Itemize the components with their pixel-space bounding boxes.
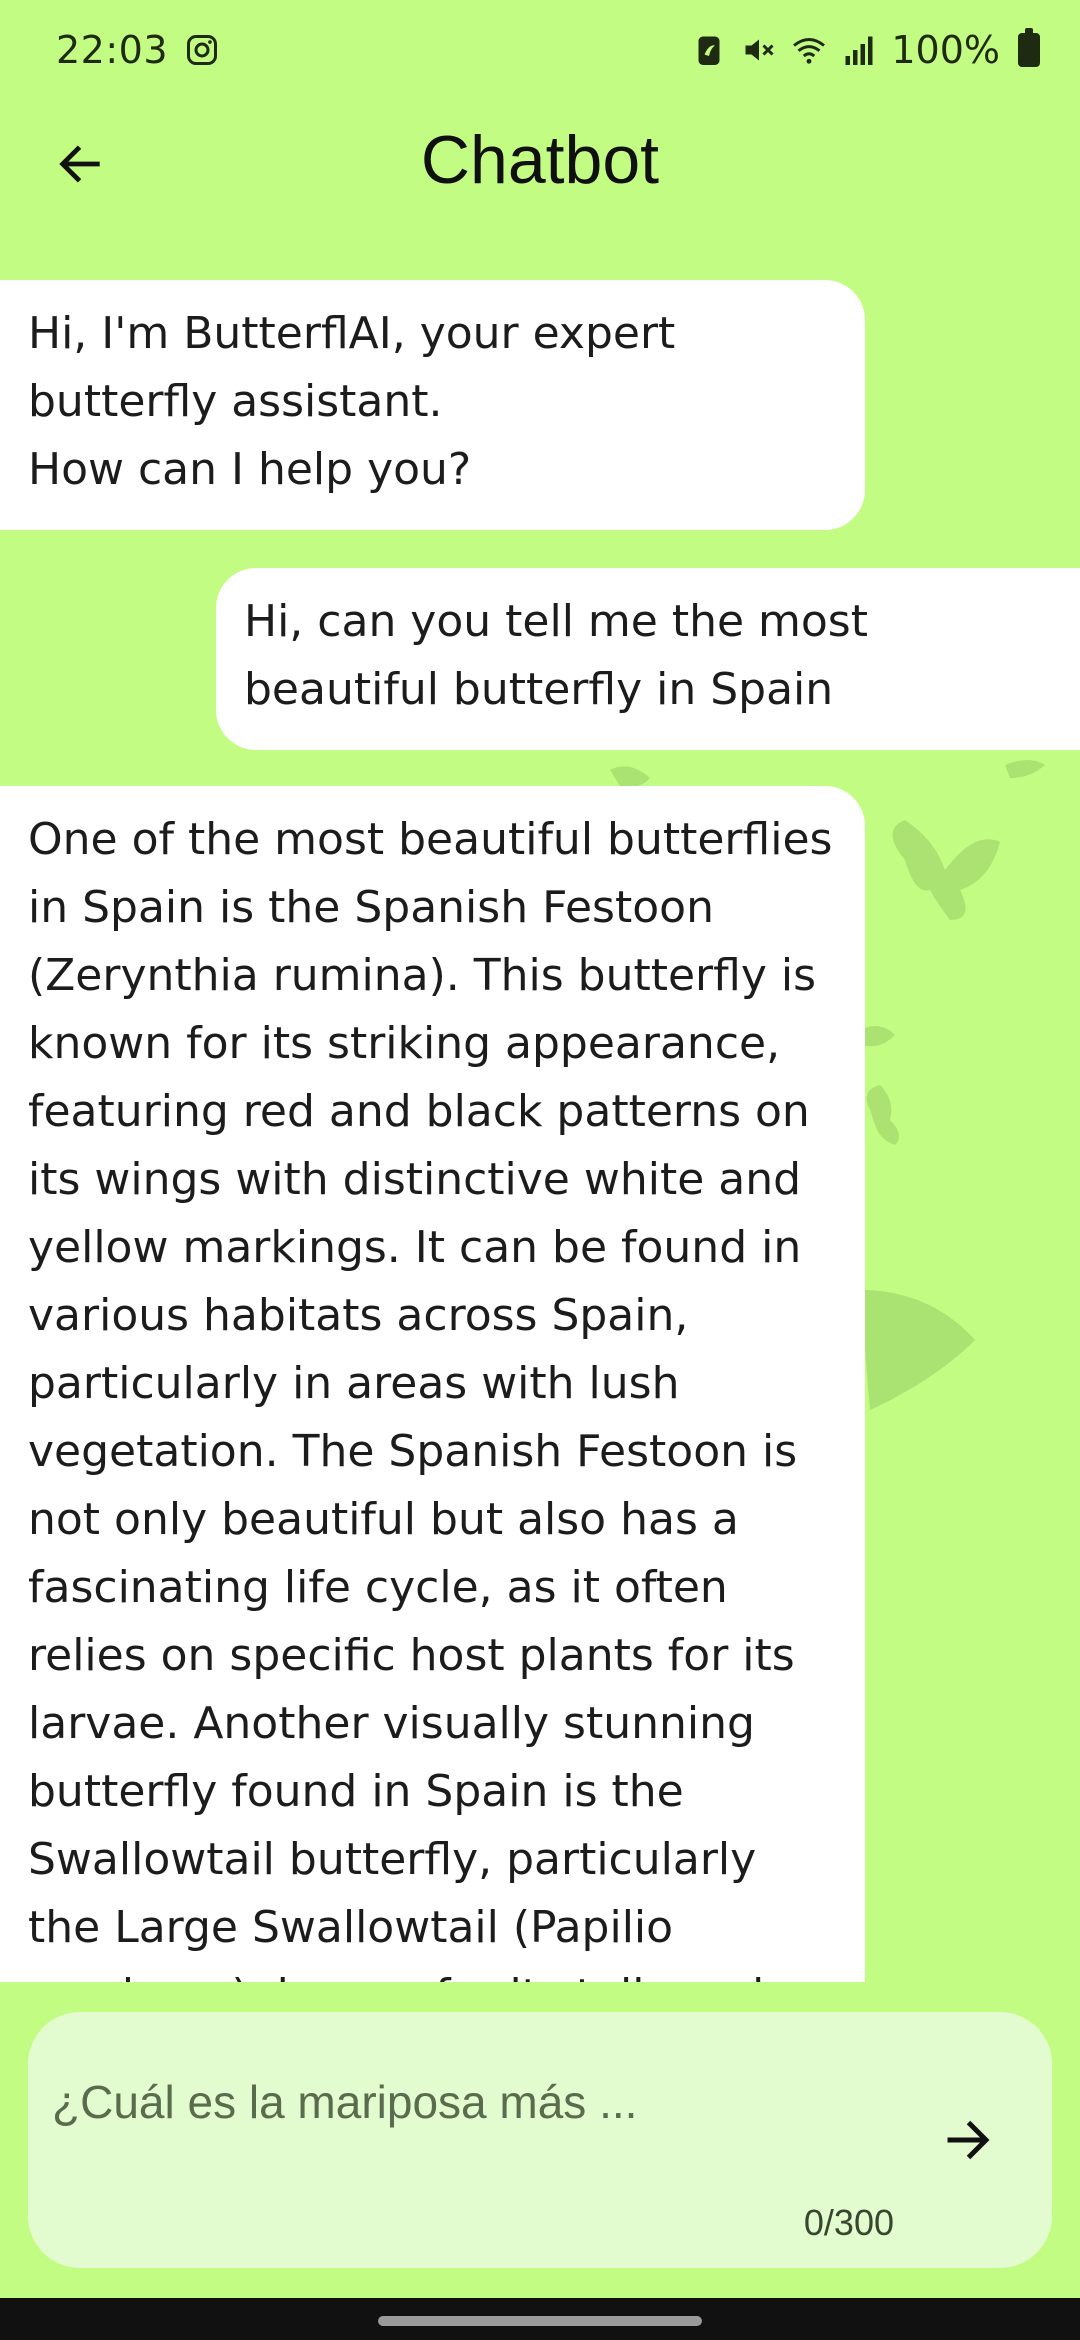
home-indicator[interactable] (378, 2316, 702, 2326)
status-bar: 22:03 100% (0, 0, 1080, 100)
chat-list[interactable]: Hi, I'm ButterflAI, your expert butterfl… (0, 230, 1080, 1982)
instagram-icon (187, 35, 218, 65)
status-time: 22:03 (56, 28, 169, 72)
bot-message: One of the most beautiful butterflies in… (0, 786, 865, 1982)
status-left: 22:03 (56, 28, 220, 72)
message-composer: 0/300 (28, 2012, 1052, 2268)
character-counter: 0/300 (803, 2202, 894, 2243)
bot-message: Hi, I'm ButterflAI, your expert butterfl… (0, 280, 865, 530)
user-message: Hi, can you tell me the most beautiful b… (216, 568, 1080, 750)
page-title: Chatbot (420, 122, 660, 198)
arrow-left-icon (59, 145, 100, 183)
status-right: 100% (691, 28, 1040, 72)
wifi-icon (793, 38, 826, 64)
battery-icon (1018, 28, 1040, 67)
arrow-right-icon (947, 2120, 990, 2160)
system-nav-bar (0, 2298, 1080, 2340)
mute-icon (745, 39, 774, 61)
battery-saver-icon (698, 36, 720, 65)
battery-percent: 100% (891, 28, 1000, 72)
send-button[interactable] (928, 2100, 1008, 2180)
app-bar: Chatbot (0, 100, 1080, 220)
signal-icon (845, 36, 873, 65)
message-input[interactable] (52, 2062, 912, 2142)
back-button[interactable] (40, 124, 120, 204)
